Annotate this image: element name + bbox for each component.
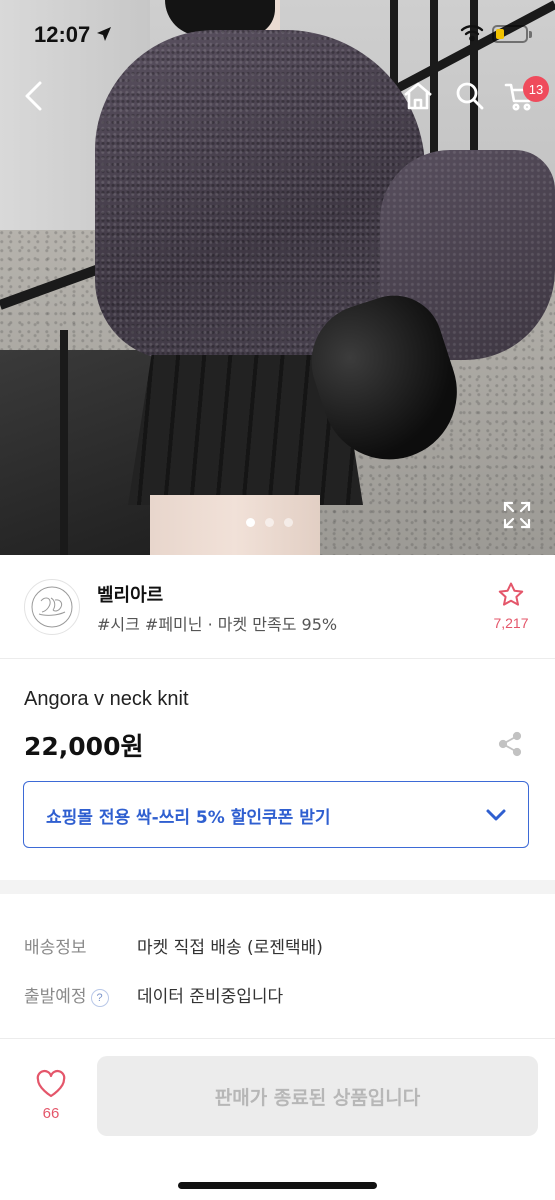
section-divider bbox=[0, 880, 555, 894]
search-icon bbox=[455, 81, 485, 115]
product-title: Angora v neck knit bbox=[24, 688, 189, 710]
carousel-dot[interactable] bbox=[265, 518, 274, 527]
shop-favorite-button[interactable]: 7,217 bbox=[490, 581, 532, 631]
home-indicator bbox=[178, 1182, 377, 1189]
carousel-dot[interactable] bbox=[284, 518, 293, 527]
search-button[interactable] bbox=[450, 78, 490, 118]
product-detail-page: 12:07 13 벨리아르 #시크 #페미닌 · 마켓 만족도 95% 7,21… bbox=[0, 0, 555, 1200]
cart-count-badge: 13 bbox=[523, 76, 549, 102]
share-icon[interactable] bbox=[496, 730, 524, 758]
coupon-button[interactable]: 쇼핑몰 전용 싹-쓰리 5% 할인쿠폰 받기 bbox=[23, 781, 529, 848]
location-arrow-icon bbox=[95, 25, 113, 47]
departure-info-value: 데이터 준비중입니다 bbox=[137, 987, 284, 1007]
coupon-label: 쇼핑몰 전용 싹-쓰리 5% 할인쿠폰 받기 bbox=[46, 808, 331, 828]
shop-info-row[interactable]: 벨리아르 #시크 #페미닌 · 마켓 만족도 95% 7,217 bbox=[0, 555, 555, 659]
like-button[interactable]: 66 bbox=[28, 1069, 74, 1122]
back-button[interactable] bbox=[14, 78, 54, 118]
shop-favorite-count: 7,217 bbox=[493, 615, 529, 631]
carousel-dot[interactable] bbox=[246, 518, 255, 527]
battery-icon bbox=[492, 25, 532, 43]
carousel-indicator bbox=[246, 518, 293, 527]
bottom-action-bar: 66 판매가 종료된 상품입니다 bbox=[0, 1038, 555, 1200]
status-bar: 12:07 bbox=[0, 0, 555, 70]
wifi-icon bbox=[460, 24, 484, 46]
product-price: 22,000원 bbox=[24, 732, 144, 761]
star-icon bbox=[490, 581, 532, 613]
shop-name[interactable]: 벨리아르 bbox=[97, 581, 163, 607]
help-icon[interactable]: ? bbox=[90, 989, 109, 1007]
heart-icon bbox=[28, 1069, 74, 1103]
shipping-info-key: 배송정보 bbox=[24, 938, 87, 958]
shipping-info-value: 마켓 직접 배송 (로젠택배) bbox=[137, 938, 323, 958]
status-time: 12:07 bbox=[34, 22, 91, 47]
back-icon bbox=[22, 80, 46, 116]
shop-logo[interactable] bbox=[24, 579, 80, 635]
home-icon bbox=[402, 80, 434, 116]
shop-tags: #시크 #페미닌 · 마켓 만족도 95% bbox=[97, 615, 338, 634]
expand-icon[interactable] bbox=[500, 498, 534, 532]
departure-info-key: 출발예정 bbox=[24, 987, 87, 1007]
chevron-down-icon bbox=[484, 804, 508, 830]
home-button[interactable] bbox=[398, 78, 438, 118]
like-count: 66 bbox=[42, 1105, 60, 1122]
purchase-button-disabled[interactable]: 판매가 종료된 상품입니다 bbox=[97, 1056, 538, 1136]
